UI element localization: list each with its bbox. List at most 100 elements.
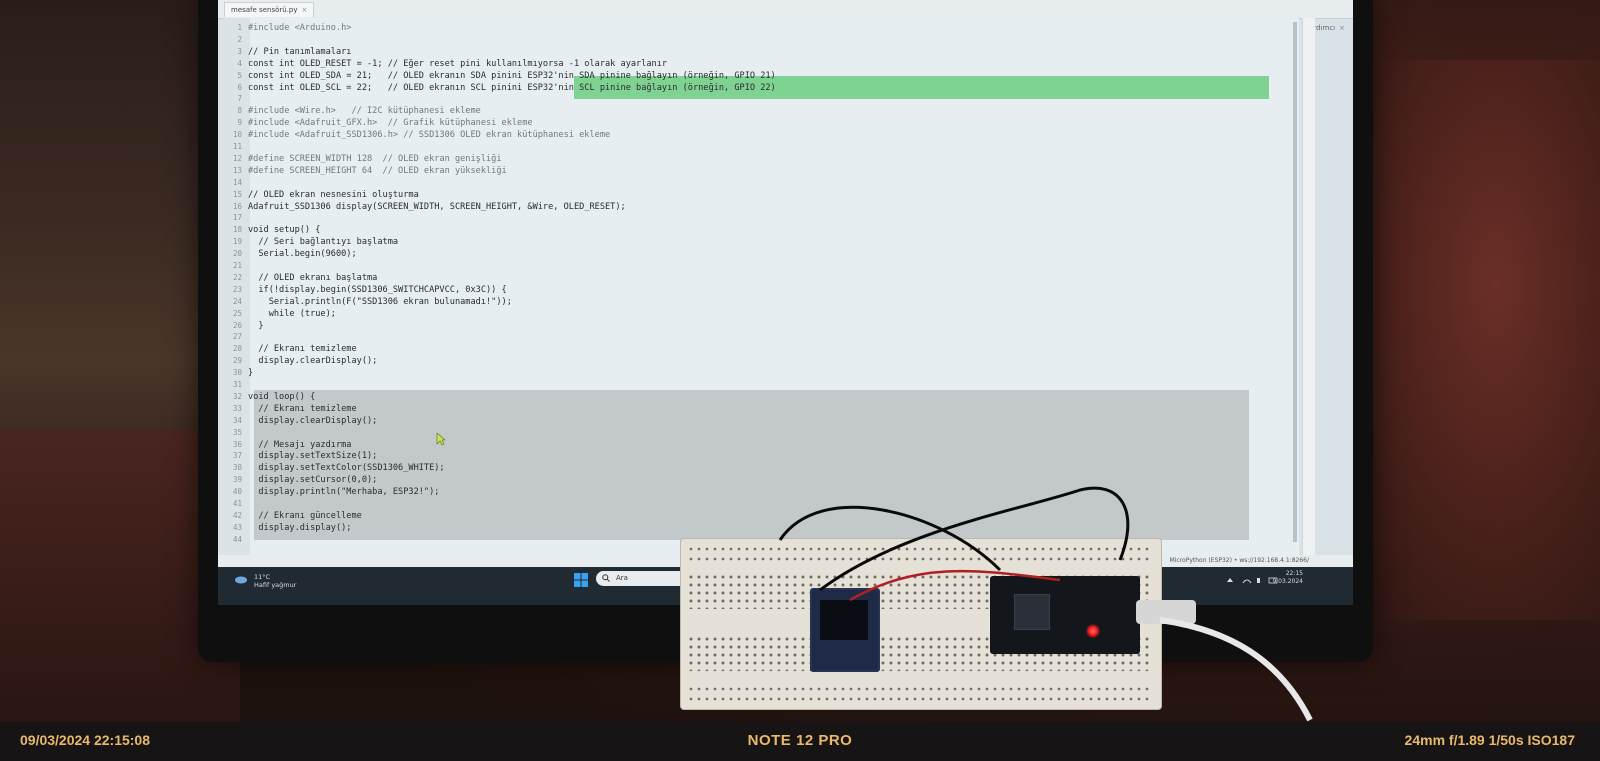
- cloud-rain-icon: [235, 576, 247, 584]
- editor-tabbar: mesafe sensörü.py ×: [218, 0, 1353, 19]
- scrollbar-thumb[interactable]: [1293, 22, 1297, 542]
- code-text: #include <Arduino.h>: [248, 23, 352, 33]
- line-number: 13: [232, 165, 242, 175]
- taskbar-search[interactable]: Ara: [596, 571, 692, 586]
- line-number: 23: [232, 284, 242, 294]
- code-line: 33 // Ekranı temizleme: [224, 403, 1299, 415]
- line-number: 39: [232, 475, 242, 485]
- code-line: 22 // OLED ekranı başlatma: [224, 272, 1299, 284]
- camera-model: NOTE 12 PRO: [747, 732, 853, 749]
- code-line: 23 if(!display.begin(SSD1306_SWITCHCAPVC…: [224, 284, 1299, 296]
- line-number: 2: [237, 34, 242, 44]
- line-number: 28: [232, 344, 242, 354]
- code-text: // Ekranı güncelleme: [248, 510, 362, 521]
- code-line: 4 const int OLED_RESET = -1; // Eğer rese…: [224, 58, 1299, 70]
- code-line: 13 #define SCREEN_HEIGHT 64 // OLED ekran…: [224, 165, 1299, 177]
- code-line: 29 display.clearDisplay();: [224, 355, 1299, 367]
- code-line: 19 // Seri bağlantıyı başlatma: [224, 236, 1299, 248]
- code-line: 30}: [224, 367, 1299, 379]
- code-text: // Ekranı temizleme: [248, 344, 357, 355]
- code-text: Serial.println(F("SSD1306 ekran bulunama…: [248, 296, 512, 307]
- code-text: #define SCREEN_WIDTH 128 // OLED ekran g…: [248, 153, 502, 164]
- line-number: 42: [232, 510, 242, 520]
- line-number: 12: [232, 153, 242, 163]
- line-number: 9: [237, 118, 242, 128]
- code-line: 17: [224, 212, 1299, 224]
- camera-info-bar: 09/03/2024 22:15:08 NOTE 12 PRO 24mm f/1…: [0, 722, 1600, 761]
- code-line: 14: [224, 177, 1299, 189]
- code-line: 9 #include <Adafruit_GFX.h> // Grafik küt…: [224, 117, 1299, 129]
- search-icon: [602, 574, 610, 582]
- code-text: Adafruit_SSD1306 display(SCREEN_WIDTH, S…: [248, 201, 626, 212]
- line-number: 40: [232, 487, 242, 497]
- line-number: 29: [232, 356, 242, 366]
- code-line: 1 #include <Arduino.h>: [224, 22, 1299, 34]
- code-line: 15 // OLED ekran nesnesini oluşturma: [224, 189, 1299, 201]
- code-text: // Seri bağlantıyı başlatma: [248, 237, 399, 248]
- line-number: 10: [232, 130, 242, 140]
- camera-settings: 24mm f/1.89 1/50s ISO187: [1404, 732, 1575, 748]
- line-number: 21: [232, 261, 242, 270]
- code-text: // OLED ekranı başlatma: [248, 272, 378, 283]
- line-number: 14: [232, 177, 242, 187]
- line-number: 8: [237, 106, 242, 116]
- line-number: 25: [232, 308, 242, 318]
- code-text: if(!display.begin(SSD1306_SWITCHCAPVCC, …: [248, 284, 507, 295]
- code-text: while (true);: [248, 308, 336, 319]
- line-number: 30: [232, 368, 242, 378]
- line-number: 35: [232, 427, 242, 437]
- code-line: 11: [224, 141, 1299, 153]
- code-line: 7: [224, 93, 1299, 105]
- code-text: // Mesajı yazdırma: [248, 439, 352, 450]
- line-number: 33: [232, 403, 242, 413]
- windows-start-icon[interactable]: [574, 573, 588, 587]
- line-number: 44: [232, 534, 242, 544]
- code-line: 8 #include <Wire.h> // I2C kütüphanesi ek…: [224, 105, 1299, 117]
- code-line: 31: [224, 379, 1299, 391]
- line-number: 19: [232, 237, 242, 247]
- code-line: 21: [224, 260, 1299, 272]
- code-text: #include <Adafruit_SSD1306.h> // SSD1306…: [248, 130, 611, 141]
- code-text: Serial.begin(9600);: [248, 249, 357, 260]
- code-text: const int OLED_SDA = 21; // OLED ekranın…: [248, 70, 776, 81]
- code-text: }: [248, 368, 254, 379]
- code-line: 20 Serial.begin(9600);: [224, 248, 1299, 260]
- weather-desc: Hafif yağmur: [254, 581, 297, 589]
- code-text: #include <Wire.h> // I2C kütüphanesi ekl…: [248, 106, 481, 117]
- code-line: 28 // Ekranı temizleme: [224, 343, 1299, 355]
- code-text: // OLED ekran nesnesini oluşturma: [248, 189, 419, 200]
- code-text: #include <Adafruit_GFX.h> // Grafik kütü…: [248, 118, 533, 129]
- code-text: // Pin tanımlamaları: [248, 46, 352, 57]
- code-line: 25 while (true);: [224, 308, 1299, 320]
- file-tab[interactable]: mesafe sensörü.py ×: [224, 2, 315, 17]
- code-text: display.display();: [248, 522, 352, 533]
- code-text: }: [248, 320, 264, 331]
- line-number: 7: [237, 94, 242, 104]
- close-icon[interactable]: ×: [302, 6, 308, 14]
- code-text: void loop() {: [248, 391, 316, 402]
- line-number: 24: [232, 296, 242, 306]
- line-number: 16: [232, 201, 242, 211]
- code-text: display.println("Merhaba, ESP32!");: [248, 487, 440, 498]
- code-text: // Ekranı temizleme: [248, 403, 357, 414]
- code-text: display.setTextSize(1);: [248, 451, 378, 462]
- line-number: 20: [232, 249, 242, 259]
- code-line: 26 }: [224, 320, 1299, 332]
- mouse-cursor-icon: [436, 432, 446, 446]
- line-number: 18: [232, 225, 242, 235]
- code-text: display.clearDisplay();: [248, 356, 378, 367]
- close-icon[interactable]: ×: [1339, 24, 1345, 32]
- code-line: 34 display.clearDisplay();: [224, 415, 1299, 427]
- code-line: 5 const int OLED_SDA = 21; // OLED ekranı…: [224, 70, 1299, 82]
- code-line: 2: [224, 34, 1299, 46]
- line-number: 36: [232, 439, 242, 449]
- jumper-wires: [778, 486, 1313, 722]
- line-number: 4: [237, 58, 242, 68]
- line-number: 43: [232, 522, 242, 532]
- line-number: 27: [232, 332, 242, 342]
- line-number: 34: [232, 415, 242, 425]
- weather-temp: 11°C: [254, 573, 271, 581]
- line-number: 37: [232, 451, 242, 461]
- search-placeholder: Ara: [616, 574, 628, 582]
- line-number: 15: [232, 189, 242, 199]
